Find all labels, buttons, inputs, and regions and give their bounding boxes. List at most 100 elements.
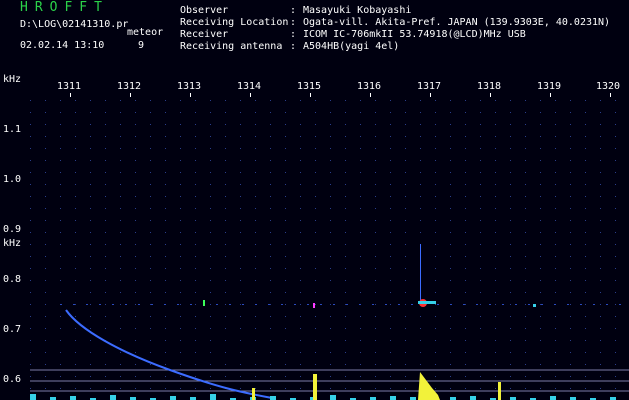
grid-dot: [495, 100, 496, 101]
grid-dot: [450, 112, 451, 113]
grid-dot: [525, 112, 526, 113]
grid-dot: [75, 376, 76, 377]
grid-dot: [300, 196, 301, 197]
grid-dot: [255, 172, 256, 173]
grid-dot: [390, 256, 391, 257]
grid-dot: [270, 256, 271, 257]
grid-dot: [225, 256, 226, 257]
grid-dot: [150, 316, 151, 317]
grid-dot: [165, 232, 166, 233]
grid-dot: [210, 232, 211, 233]
grid-dot: [195, 232, 196, 233]
grid-dot: [420, 124, 421, 125]
grid-dot: [165, 148, 166, 149]
grid-dot: [165, 208, 166, 209]
grid-dot: [60, 256, 61, 257]
grid-dot: [405, 100, 406, 101]
grid-dot: [615, 124, 616, 125]
grid-dot: [195, 352, 196, 353]
grid-dot: [195, 280, 196, 281]
grid-dot: [510, 136, 511, 137]
grid-dot: [390, 376, 391, 377]
grid-dot: [120, 112, 121, 113]
grid-dot: [135, 220, 136, 221]
grid-dot: [570, 292, 571, 293]
grid-dot: [255, 244, 256, 245]
grid-dot: [585, 388, 586, 389]
grid-dot: [180, 352, 181, 353]
grid-dot: [240, 304, 241, 305]
grid-dot: [300, 388, 301, 389]
grid-dot: [285, 304, 286, 305]
grid-dot: [330, 196, 331, 197]
grid-dot: [465, 196, 466, 197]
grid-dot: [420, 340, 421, 341]
grid-dot: [60, 112, 61, 113]
grid-dot: [270, 316, 271, 317]
grid-dot: [405, 292, 406, 293]
grid-dot: [285, 328, 286, 329]
grid-dot: [165, 352, 166, 353]
grid-dot: [90, 100, 91, 101]
grid-dot: [285, 136, 286, 137]
grid-dot: [240, 124, 241, 125]
grid-dot: [480, 172, 481, 173]
grid-dot: [135, 256, 136, 257]
grid-dot: [450, 148, 451, 149]
grid-dot: [270, 208, 271, 209]
grid-dot: [180, 340, 181, 341]
grid-dot: [315, 304, 316, 305]
grid-dot: [465, 280, 466, 281]
grid-dot: [345, 388, 346, 389]
grid-dot: [555, 388, 556, 389]
y-tick-label-1-1: 1.1: [3, 124, 22, 135]
grid-dot: [225, 352, 226, 353]
baseline-dot: [359, 304, 361, 305]
baseline-dot: [125, 304, 127, 305]
grid-dot: [345, 244, 346, 245]
grid-dot: [255, 100, 256, 101]
grid-dot: [240, 172, 241, 173]
grid-dot: [60, 184, 61, 185]
grid-dot: [105, 148, 106, 149]
receiver-value: ICOM IC-706mkII 53.74918(@LCD)MHz USB: [303, 29, 526, 40]
grid-dot: [525, 220, 526, 221]
grid-dot: [570, 280, 571, 281]
grid-dot: [285, 220, 286, 221]
grid-dot: [165, 244, 166, 245]
level-lines: [30, 369, 629, 392]
grid-dot: [150, 376, 151, 377]
grid-dot: [345, 160, 346, 161]
grid-dot: [585, 220, 586, 221]
grid-dot: [405, 268, 406, 269]
grid-dot: [210, 328, 211, 329]
grid-dot: [75, 292, 76, 293]
grid-dot: [600, 232, 601, 233]
grid-dot: [345, 208, 346, 209]
grid-dot: [450, 244, 451, 245]
x-tick-mark: [370, 93, 371, 97]
grid-dot: [600, 196, 601, 197]
x-tick-mark: [430, 93, 431, 97]
grid-dot: [150, 388, 151, 389]
grid-dot: [240, 256, 241, 257]
grid-dot: [390, 112, 391, 113]
grid-dot: [600, 280, 601, 281]
grid-dot: [585, 160, 586, 161]
grid-dot: [45, 160, 46, 161]
grid-dot: [60, 340, 61, 341]
grid-dot: [135, 196, 136, 197]
grid-dot: [75, 172, 76, 173]
grid-dot: [300, 316, 301, 317]
grid-dot: [330, 376, 331, 377]
grid-dot: [165, 340, 166, 341]
grid-dot: [210, 196, 211, 197]
grid-dot: [285, 184, 286, 185]
app-title: HROFFT: [20, 0, 109, 15]
grid-dot: [255, 112, 256, 113]
grid-dot: [30, 256, 31, 257]
grid-dot: [30, 268, 31, 269]
grid-dot: [510, 364, 511, 365]
grid-dot: [30, 388, 31, 389]
grid-dot: [210, 244, 211, 245]
